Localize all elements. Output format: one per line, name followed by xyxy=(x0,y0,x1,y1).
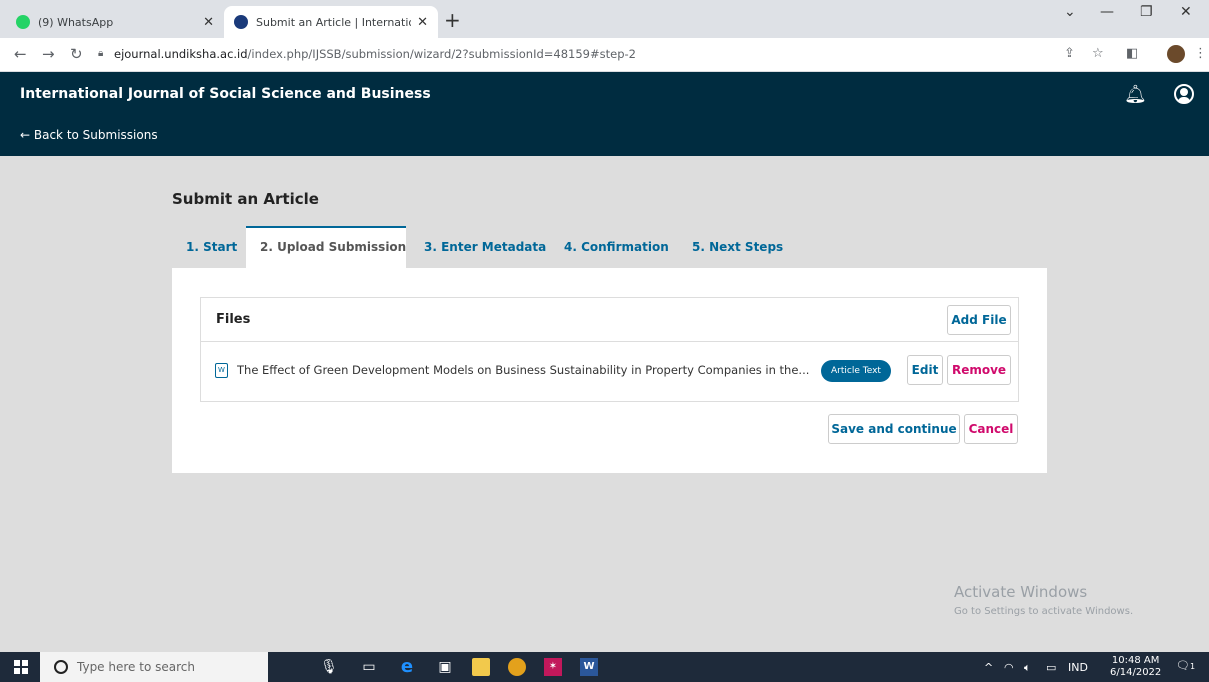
close-icon[interactable]: ✕ xyxy=(417,15,428,30)
restore-icon[interactable]: ❐ xyxy=(1140,4,1153,20)
files-grid: Files Add File W The Effect of Green Dev… xyxy=(200,297,1019,402)
journal-title[interactable]: International Journal of Social Science … xyxy=(20,86,431,102)
tab-start[interactable]: 1. Start xyxy=(172,226,242,268)
forward-arrow-icon[interactable]: → xyxy=(42,45,55,63)
file-name[interactable]: The Effect of Green Development Models o… xyxy=(237,363,817,377)
window-close-icon[interactable]: ✕ xyxy=(1180,4,1192,20)
notification-count: 1 xyxy=(1189,662,1196,671)
files-header: Files Add File xyxy=(201,298,1018,342)
microphone-icon[interactable]: 🎙︎ xyxy=(320,658,338,676)
activate-windows-subtitle: Go to Settings to activate Windows. xyxy=(954,606,1134,617)
address-bar-row: ← → ↻ 🔒︎ ejournal.undiksha.ac.id/index.p… xyxy=(0,38,1209,72)
language-indicator[interactable]: IND xyxy=(1068,661,1088,674)
edge-icon[interactable]: e xyxy=(398,658,416,676)
chevron-up-icon[interactable]: ^ xyxy=(984,661,993,674)
menu-dots-icon[interactable]: ⋮ xyxy=(1194,46,1207,61)
windows-taskbar: Type here to search 🎙︎ ▭ e ▣ ✶ W ^ ◠ 🔈︎ … xyxy=(0,652,1209,682)
battery-icon[interactable]: ▭ xyxy=(1046,661,1056,674)
task-view-icon[interactable]: ▭ xyxy=(360,658,378,676)
user-account-icon[interactable] xyxy=(1174,84,1194,104)
sidepanel-icon[interactable]: ◧ xyxy=(1126,46,1138,61)
back-arrow-icon[interactable]: ← xyxy=(14,45,27,63)
site-header: International Journal of Social Science … xyxy=(0,72,1209,156)
upload-panel: Files Add File W The Effect of Green Dev… xyxy=(172,268,1047,473)
tab-confirmation[interactable]: 4. Confirmation xyxy=(564,226,674,268)
tab-title: Submit an Article | International Jo xyxy=(256,15,411,29)
close-icon[interactable]: ✕ xyxy=(203,15,214,30)
tab-title: (9) WhatsApp xyxy=(38,15,114,29)
activate-windows-watermark: Activate Windows xyxy=(954,583,1088,601)
page-title: Submit an Article xyxy=(172,190,319,208)
file-row: W The Effect of Green Development Models… xyxy=(201,343,1018,399)
tab-submit-article[interactable]: Submit an Article | International Jo ✕ xyxy=(224,6,438,38)
file-genre-badge: Article Text xyxy=(821,360,891,382)
reload-icon[interactable]: ↻ xyxy=(70,45,83,63)
journal-favicon-icon xyxy=(234,15,248,29)
lock-icon[interactable]: 🔒︎ xyxy=(98,48,103,59)
files-heading: Files xyxy=(216,312,251,327)
main-content: Submit an Article 1. Start 2. Upload Sub… xyxy=(0,156,1209,652)
notification-icon[interactable]: 🗨︎1 xyxy=(1176,659,1195,672)
add-file-button[interactable]: Add File xyxy=(947,305,1011,335)
remove-file-button[interactable]: Remove xyxy=(947,355,1011,385)
back-to-submissions-link[interactable]: ← Back to Submissions xyxy=(20,128,158,142)
profile-avatar[interactable] xyxy=(1167,45,1185,63)
edit-file-button[interactable]: Edit xyxy=(907,355,943,385)
store-icon[interactable]: ▣ xyxy=(436,658,454,676)
tab-upload-submission[interactable]: 2. Upload Submission xyxy=(246,226,406,268)
clock-time: 10:48 AM xyxy=(1111,655,1160,666)
mendeley-icon[interactable]: ✶ xyxy=(544,658,562,676)
new-tab-icon[interactable]: + xyxy=(444,10,461,30)
speaker-icon[interactable]: 🔈︎ xyxy=(1024,661,1031,675)
search-placeholder: Type here to search xyxy=(77,660,195,674)
wifi-icon[interactable]: ◠ xyxy=(1004,661,1014,674)
tab-whatsapp[interactable]: (9) WhatsApp ✕ xyxy=(6,6,224,38)
share-icon[interactable]: ⇪ xyxy=(1064,46,1075,61)
clock-date: 6/14/2022 xyxy=(1110,667,1162,678)
word-icon[interactable]: W xyxy=(580,658,598,676)
star-icon[interactable]: ☆ xyxy=(1092,46,1104,61)
windows-start-icon[interactable] xyxy=(14,660,28,674)
tab-next-steps[interactable]: 5. Next Steps xyxy=(692,226,788,268)
chevron-down-icon[interactable]: ⌄ xyxy=(1064,4,1076,20)
whatsapp-icon xyxy=(16,15,30,29)
word-document-icon: W xyxy=(215,363,228,378)
url-field[interactable]: ejournal.undiksha.ac.id/index.php/IJSSB/… xyxy=(114,47,636,61)
minimize-icon[interactable]: — xyxy=(1100,4,1114,20)
cortana-icon xyxy=(54,660,68,674)
browser-tab-strip: (9) WhatsApp ✕ Submit an Article | Inter… xyxy=(0,0,1209,38)
cancel-button[interactable]: Cancel xyxy=(964,414,1018,444)
clock[interactable]: 10:48 AM 6/14/2022 xyxy=(1110,655,1161,679)
chrome-icon[interactable] xyxy=(508,658,526,676)
file-explorer-icon[interactable] xyxy=(472,658,490,676)
taskbar-search[interactable]: Type here to search xyxy=(40,652,268,682)
tab-enter-metadata[interactable]: 3. Enter Metadata xyxy=(424,226,554,268)
save-and-continue-button[interactable]: Save and continue xyxy=(828,414,960,444)
bell-icon[interactable]: 🔔︎ xyxy=(1124,84,1147,105)
